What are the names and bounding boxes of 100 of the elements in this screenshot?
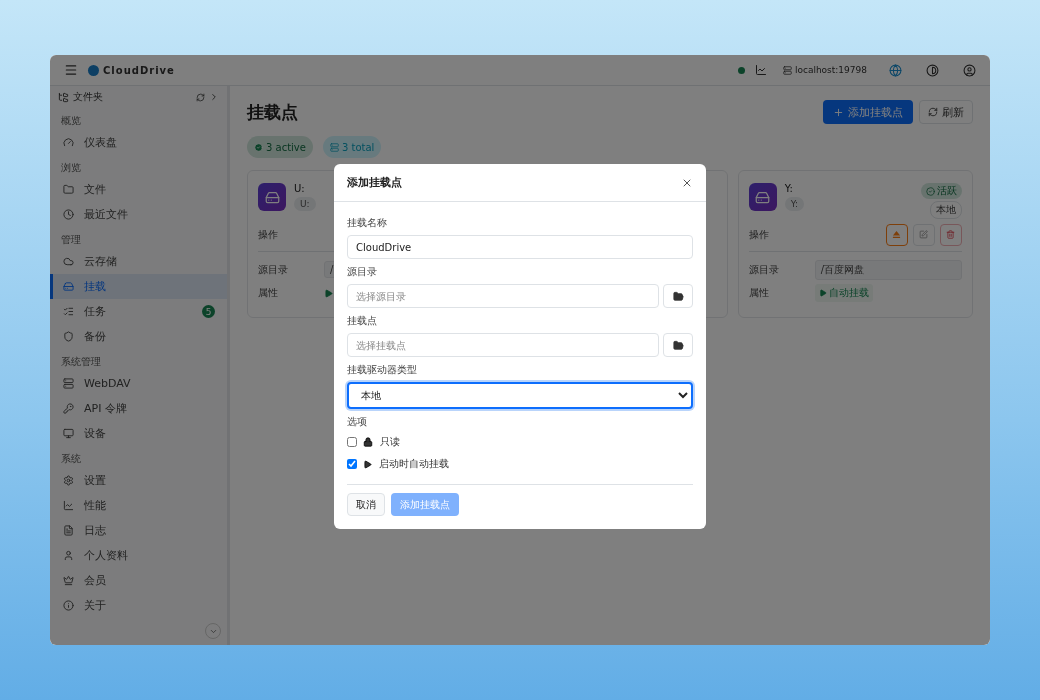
field-label: 挂载名称: [347, 216, 388, 230]
menu-icon[interactable]: [64, 63, 78, 77]
drive-tag: Y:: [784, 197, 804, 211]
key-icon: [63, 403, 74, 414]
stat-chip: 3 active: [247, 136, 313, 158]
theme-icon[interactable]: [926, 63, 939, 77]
globe-icon[interactable]: [889, 63, 902, 77]
info-icon: [63, 600, 74, 611]
sidebar-item[interactable]: 云存储: [50, 249, 227, 274]
server-icon: [782, 65, 792, 75]
play-icon: [818, 289, 827, 298]
count-badge: 5: [202, 305, 215, 318]
properties-label: 属性: [748, 286, 770, 301]
sidebar-item[interactable]: 备份: [50, 324, 227, 349]
sidebar-label: 设置: [84, 473, 106, 488]
sidebar-label: 仪表盘: [84, 135, 117, 150]
line-chart-icon: [63, 500, 74, 511]
sidebar-item[interactable]: 个人资料: [50, 543, 227, 568]
sidebar-item[interactable]: 日志: [50, 518, 227, 543]
unmount-button[interactable]: [886, 223, 908, 246]
sidebar-label: 挂载: [84, 279, 106, 294]
input-field[interactable]: CloudDrive: [347, 235, 693, 259]
browse-button[interactable]: [663, 333, 693, 357]
drive-tag: U:: [294, 197, 316, 211]
sidebar-label: 文件: [84, 182, 106, 197]
drive-icon: [258, 183, 286, 211]
actions-label: 操作: [258, 227, 279, 242]
sidebar-item[interactable]: 性能: [50, 493, 227, 518]
checkbox[interactable]: [347, 437, 357, 447]
sidebar-label: API 令牌: [84, 401, 127, 416]
user-icon: [63, 550, 74, 561]
play-icon: [324, 288, 333, 298]
plus-icon: [833, 106, 844, 118]
properties-label: 属性: [258, 286, 279, 301]
field-label: 挂载点: [347, 314, 378, 328]
section-title: 浏览: [60, 161, 82, 175]
sidebar-item[interactable]: 设置: [50, 468, 227, 493]
input-field[interactable]: 选择源目录: [347, 284, 659, 308]
server-address[interactable]: localhost:19798: [794, 65, 867, 75]
shield-icon: [63, 331, 74, 342]
user-icon[interactable]: [963, 63, 976, 77]
folder-open-icon: [672, 290, 684, 302]
refresh-button[interactable]: 刷新: [919, 100, 973, 124]
sidebar-label: 最近文件: [84, 207, 128, 222]
line-chart-icon[interactable]: [754, 64, 767, 76]
page-title: 挂载点: [247, 100, 298, 124]
edit-icon: [919, 230, 929, 240]
sidebar-label: 云存储: [84, 254, 117, 269]
sidebar-label: 会员: [84, 573, 106, 588]
sidebar-item[interactable]: API 令牌: [50, 396, 227, 421]
checklist-icon: [63, 306, 74, 317]
type-tag: 本地: [930, 201, 962, 219]
check-icon: [254, 142, 263, 152]
browse-button[interactable]: [663, 284, 693, 308]
gauge-icon: [63, 137, 74, 148]
clock-icon: [63, 209, 74, 220]
status-dot: [737, 66, 745, 74]
source-label: 源目录: [258, 262, 289, 277]
sidebar-label: 性能: [84, 498, 106, 513]
folder-tree-icon[interactable]: [58, 91, 69, 103]
field-label: 挂载驱动器类型: [347, 363, 418, 377]
sidebar-item[interactable]: 关于: [50, 593, 227, 618]
drive-icon: [63, 281, 74, 292]
settings-icon: [63, 475, 74, 486]
sidebar-header: 文件夹: [73, 90, 103, 104]
section-title: 系统: [60, 452, 82, 466]
refresh-icon: [928, 107, 938, 117]
refresh-icon[interactable]: [196, 92, 205, 102]
source-label: 源目录: [748, 262, 780, 277]
sidebar-item[interactable]: 仪表盘: [50, 130, 227, 155]
section-title: 系统管理: [60, 355, 102, 369]
sidebar-item[interactable]: 文件: [50, 177, 227, 202]
sidebar-item[interactable]: 任务 5: [50, 299, 227, 324]
source-path: /百度网盘: [814, 259, 962, 280]
sidebar-item[interactable]: 设备: [50, 421, 227, 446]
section-title: 概览: [60, 114, 82, 128]
checkbox[interactable]: [347, 459, 357, 469]
sidebar-item[interactable]: 会员: [50, 568, 227, 593]
sidebar-label: 任务: [84, 304, 106, 319]
input-field[interactable]: 选择挂载点: [347, 333, 659, 357]
trash-icon: [946, 230, 956, 240]
sidebar-item[interactable]: 挂载: [50, 274, 227, 299]
play-icon: [363, 459, 372, 469]
select-field[interactable]: 本地: [347, 382, 693, 409]
mount-name: U:: [294, 183, 306, 194]
sidebar-item[interactable]: WebDAV: [50, 371, 227, 396]
sidebar-item[interactable]: 最近文件: [50, 202, 227, 227]
sidebar-label: 设备: [84, 426, 106, 441]
field-label: 源目录: [347, 265, 378, 279]
cancel-button[interactable]: 取消: [347, 493, 385, 516]
sidebar-label: 关于: [84, 598, 106, 613]
add-mount-button[interactable]: 添加挂载点: [823, 100, 913, 124]
brand-name[interactable]: CloudDrive: [103, 64, 175, 76]
option-label: 启动时自动挂载: [379, 457, 449, 471]
folder-icon: [63, 184, 74, 195]
cloud-icon: [63, 256, 74, 267]
chevron-right-icon[interactable]: [209, 92, 219, 102]
file-icon: [63, 525, 74, 536]
monitor-icon: [63, 428, 74, 439]
eject-icon: [892, 230, 902, 240]
